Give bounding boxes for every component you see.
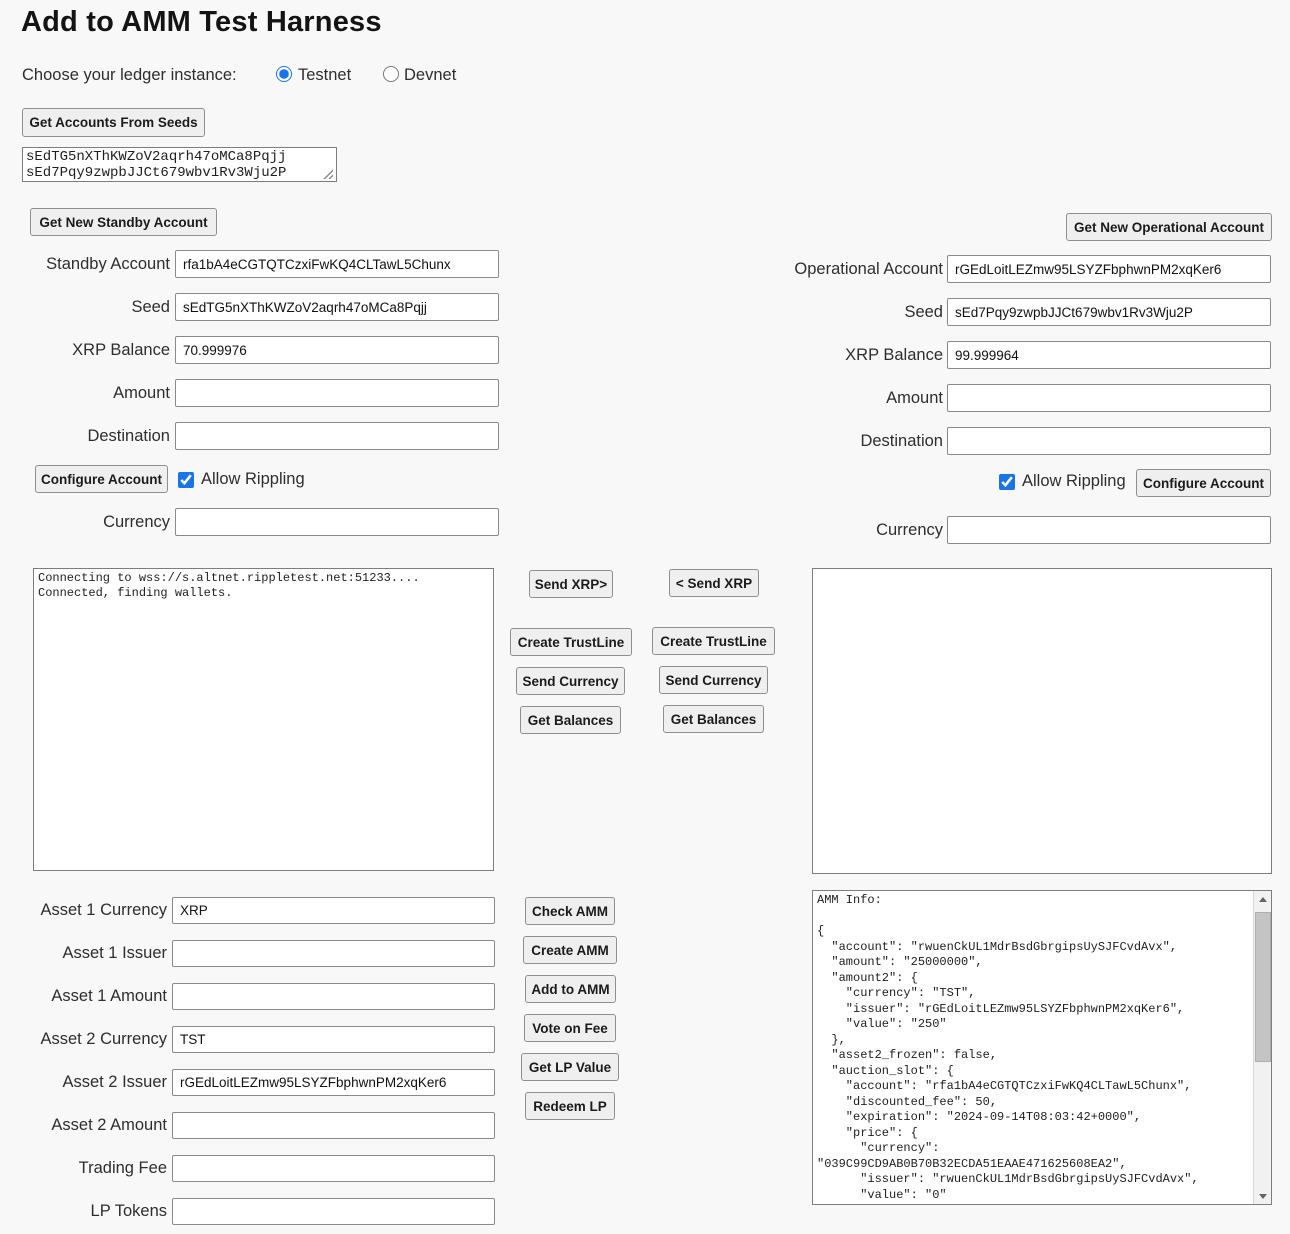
standby-log-textarea[interactable]: Connecting to wss://s.altnet.rippletest.… [33,568,494,871]
lp-tokens-input[interactable] [172,1198,495,1225]
operational-configure-account-button[interactable]: Configure Account [1136,469,1271,497]
standby-account-input[interactable] [175,250,499,278]
standby-xrp-balance-label: XRP Balance [10,336,170,364]
page-title: Add to AMM Test Harness [21,6,382,39]
operational-destination-label: Destination [693,427,943,455]
operational-account-label: Operational Account [693,255,943,283]
asset2-issuer-label: Asset 2 Issuer [10,1069,167,1096]
operational-destination-input[interactable] [947,427,1271,455]
standby-allow-rippling-label: Allow Rippling [201,465,305,493]
vote-on-fee-button[interactable]: Vote on Fee [524,1014,616,1042]
standby-create-trustline-button[interactable]: Create TrustLine [510,628,632,656]
amm-info-content: AMM Info: { "account": "rwuenCkUL1MdrBsd… [813,891,1254,1204]
ledger-instance-label: Choose your ledger instance: [22,63,237,87]
standby-allow-rippling-checkbox[interactable] [178,472,194,488]
trading-fee-input[interactable] [172,1155,495,1182]
standby-send-currency-button[interactable]: Send Currency [516,667,625,695]
asset1-amount-label: Asset 1 Amount [10,983,167,1010]
scrollbar-thumb[interactable] [1255,912,1271,1062]
operational-log-textarea[interactable] [812,568,1272,874]
get-accounts-from-seeds-button[interactable]: Get Accounts From Seeds [22,108,205,137]
add-to-amm-button[interactable]: Add to AMM [525,975,616,1003]
standby-account-label: Standby Account [10,250,170,278]
operational-amount-label: Amount [693,384,943,412]
asset2-amount-label: Asset 2 Amount [10,1112,167,1139]
get-new-standby-account-button[interactable]: Get New Standby Account [30,208,217,236]
amm-info-textarea[interactable]: AMM Info: { "account": "rwuenCkUL1MdrBsd… [812,890,1272,1205]
standby-configure-account-button[interactable]: Configure Account [35,465,168,493]
asset2-currency-input[interactable] [172,1026,495,1053]
standby-currency-label: Currency [10,508,170,536]
trading-fee-label: Trading Fee [10,1155,167,1182]
operational-xrp-balance-input[interactable] [947,341,1271,369]
testnet-label[interactable]: Testnet [298,63,351,87]
asset1-issuer-label: Asset 1 Issuer [10,940,167,967]
standby-amount-input[interactable] [175,379,499,407]
operational-create-trustline-button[interactable]: Create TrustLine [652,627,775,655]
asset1-issuer-input[interactable] [172,940,495,967]
lp-tokens-label: LP Tokens [10,1198,167,1225]
operational-send-currency-button[interactable]: Send Currency [659,666,768,694]
check-amm-button[interactable]: Check AMM [525,897,615,925]
standby-destination-input[interactable] [175,422,499,450]
operational-currency-label: Currency [693,516,943,544]
operational-currency-input[interactable] [947,516,1271,544]
operational-allow-rippling-checkbox[interactable] [999,474,1015,490]
operational-xrp-balance-label: XRP Balance [693,341,943,369]
asset1-amount-input[interactable] [172,983,495,1010]
devnet-radio[interactable] [383,66,399,82]
amm-info-scrollbar[interactable] [1253,891,1271,1204]
asset1-currency-label: Asset 1 Currency [10,897,167,924]
standby-xrp-balance-input[interactable] [175,336,499,364]
standby-get-balances-button[interactable]: Get Balances [520,706,621,734]
operational-get-balances-button[interactable]: Get Balances [663,705,764,733]
standby-send-xrp-button[interactable]: Send XRP> [529,570,613,598]
get-new-operational-account-button[interactable]: Get New Operational Account [1066,213,1272,241]
asset2-amount-input[interactable] [172,1112,495,1139]
asset2-currency-label: Asset 2 Currency [10,1026,167,1053]
operational-allow-rippling-label: Allow Rippling [1022,467,1126,495]
scrollbar-down-icon[interactable] [1254,1188,1271,1204]
scrollbar-up-icon[interactable] [1254,891,1271,907]
operational-seed-label: Seed [693,298,943,326]
seeds-textarea[interactable]: sEdTG5nXThKWZoV2aqrh47oMCa8Pqjj sEd7Pqy9… [22,147,337,182]
standby-currency-input[interactable] [175,508,499,536]
redeem-lp-button[interactable]: Redeem LP [525,1092,615,1120]
devnet-label[interactable]: Devnet [404,63,456,87]
operational-seed-input[interactable] [947,298,1271,326]
operational-send-xrp-button[interactable]: < Send XRP [669,569,759,597]
standby-seed-label: Seed [10,293,170,321]
create-amm-button[interactable]: Create AMM [523,936,617,964]
asset1-currency-input[interactable] [172,897,495,924]
standby-destination-label: Destination [10,422,170,450]
standby-seed-input[interactable] [175,293,499,321]
operational-account-input[interactable] [947,255,1271,283]
testnet-radio[interactable] [276,66,292,82]
asset2-issuer-input[interactable] [172,1069,495,1096]
standby-amount-label: Amount [10,379,170,407]
operational-amount-input[interactable] [947,384,1271,412]
get-lp-value-button[interactable]: Get LP Value [521,1053,619,1081]
